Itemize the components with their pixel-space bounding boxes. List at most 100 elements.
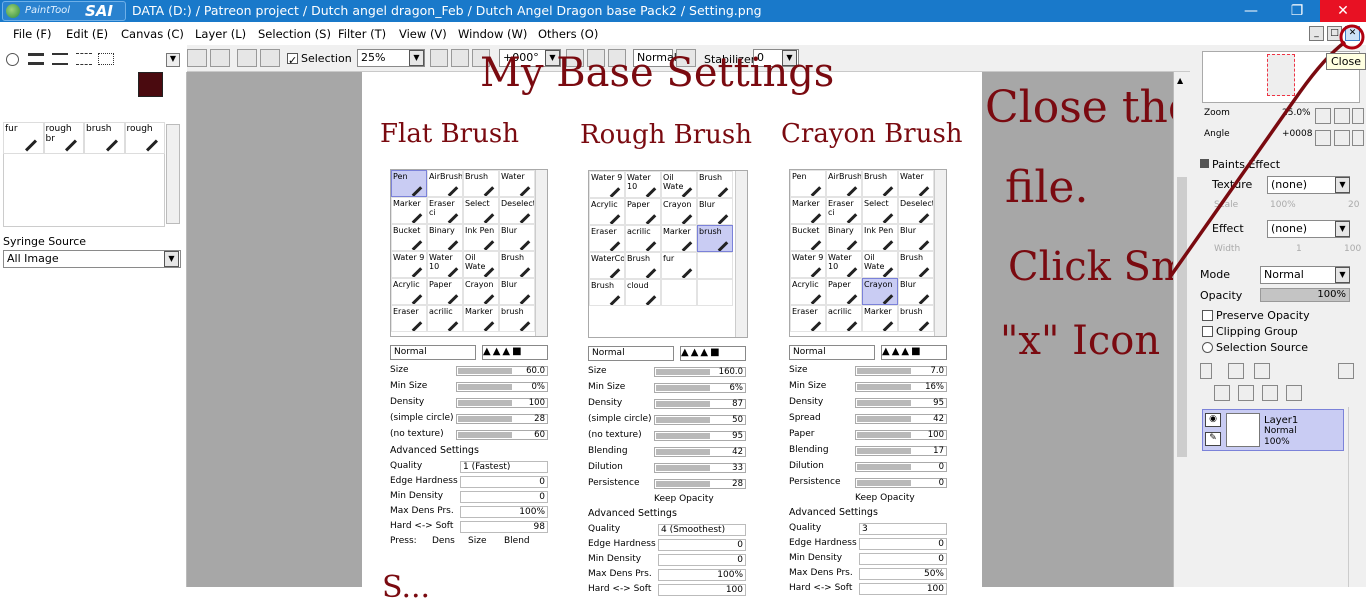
brush-cell[interactable]: Blur <box>898 278 934 305</box>
chevron-down-icon[interactable]: ▼ <box>409 50 424 66</box>
brush-mode-select[interactable]: Normal <box>390 345 476 360</box>
brush-cell[interactable]: acrilic <box>625 225 661 252</box>
layer-item[interactable]: ◉ ✎ Layer1 Normal 100% <box>1202 409 1344 451</box>
setting-slider[interactable]: 42 <box>654 447 746 457</box>
advanced-settings-header[interactable]: Advanced Settings <box>789 507 878 518</box>
advanced-value[interactable]: 100% <box>460 506 548 518</box>
list-view-icon[interactable] <box>52 53 68 65</box>
brush-shape-icons[interactable]: ▲▲▲■ <box>482 345 548 360</box>
selection-checkbox[interactable]: ✓ <box>287 53 298 67</box>
undo-icon[interactable] <box>187 49 207 67</box>
grid-view-icon[interactable] <box>98 53 114 65</box>
brush-cell[interactable]: Select <box>862 197 898 224</box>
brush-cell[interactable]: Acrylic <box>589 198 625 225</box>
brush-cell[interactable]: Bucket <box>790 224 826 251</box>
brush-cell[interactable]: Acrylic <box>790 278 826 305</box>
setting-slider[interactable]: 100 <box>456 398 548 408</box>
advanced-value[interactable]: 0 <box>658 554 746 566</box>
brush-cell[interactable]: Water 9 <box>589 171 625 198</box>
advanced-value[interactable]: 0 <box>658 539 746 551</box>
new-folder-icon[interactable] <box>1254 363 1270 379</box>
brush-cell[interactable]: WaterCo <box>589 252 625 279</box>
setting-slider[interactable]: 16% <box>855 382 947 392</box>
menu-others[interactable]: Others (O) <box>538 27 598 41</box>
tool-scrollbar[interactable] <box>166 124 180 224</box>
advanced-value[interactable]: 50% <box>859 568 947 580</box>
press-option[interactable]: Blend <box>504 536 530 546</box>
brush-cell[interactable]: Brush <box>862 170 898 197</box>
setting-slider[interactable]: 95 <box>654 431 746 441</box>
brush-grid-scrollbar[interactable] <box>535 170 547 336</box>
setting-slider[interactable]: 0% <box>456 382 548 392</box>
list-view-icon[interactable] <box>76 53 92 65</box>
zoom-out-icon[interactable] <box>430 49 448 67</box>
brush-cell[interactable]: Oil Wate <box>463 251 499 278</box>
advanced-value[interactable]: 1 (Fastest) <box>460 461 548 473</box>
menu-window[interactable]: Window (W) <box>458 27 527 41</box>
brush-cell[interactable]: Oil Wate <box>661 171 697 198</box>
close-window-button[interactable]: ✕ <box>1320 0 1366 22</box>
brush-cell[interactable]: Brush <box>589 279 625 306</box>
advanced-value[interactable]: 100 <box>658 584 746 596</box>
brush-cell[interactable]: Paper <box>427 278 463 305</box>
trash-icon[interactable] <box>1286 385 1302 401</box>
tool-slot-fur[interactable]: fur <box>3 122 44 154</box>
brush-grid-scrollbar[interactable] <box>735 171 747 337</box>
advanced-value[interactable]: 100% <box>658 569 746 581</box>
menu-canvas[interactable]: Canvas (C) <box>121 27 184 41</box>
selection-source[interactable]: Selection Source <box>1202 341 1308 354</box>
setting-slider[interactable]: 6% <box>654 383 746 393</box>
brush-cell[interactable]: Marker <box>862 305 898 332</box>
brush-grid-scrollbar[interactable] <box>934 170 946 336</box>
zoom-in-icon[interactable] <box>451 49 469 67</box>
primary-color-swatch[interactable] <box>138 72 163 97</box>
brush-cell[interactable]: Water 9 <box>790 251 826 278</box>
brush-shape-icons[interactable]: ▲▲▲■ <box>881 345 947 360</box>
advanced-settings-header[interactable]: Advanced Settings <box>588 508 677 519</box>
brush-cell[interactable]: Water 10 <box>826 251 862 278</box>
brush-cell[interactable]: Eraser ci <box>826 197 862 224</box>
setting-slider[interactable]: 60.0 <box>456 366 548 376</box>
brush-size-icon[interactable] <box>6 53 19 66</box>
brush-cell[interactable]: Water 10 <box>427 251 463 278</box>
advanced-settings-header[interactable]: Advanced Settings <box>390 445 479 456</box>
invert-selection-icon[interactable] <box>260 49 280 67</box>
brush-cell[interactable]: Brush <box>697 171 733 198</box>
brush-cell[interactable]: Brush <box>625 252 661 279</box>
brush-cell[interactable] <box>697 279 733 306</box>
tool-slot-rough[interactable]: rough <box>124 122 165 154</box>
menu-edit[interactable]: Edit (E) <box>66 27 108 41</box>
preserve-opacity[interactable]: Preserve Opacity <box>1202 309 1310 322</box>
keep-opacity-checkbox[interactable]: Keep Opacity <box>855 493 915 503</box>
brush-cell[interactable]: Binary <box>427 224 463 251</box>
deselect-icon[interactable] <box>237 49 257 67</box>
brush-cell[interactable]: Brush <box>898 251 934 278</box>
chevron-down-icon[interactable]: ▼ <box>166 53 180 67</box>
brush-cell[interactable]: Marker <box>790 197 826 224</box>
setting-slider[interactable]: 160.0 <box>654 367 746 377</box>
advanced-value[interactable]: 0 <box>460 476 548 488</box>
advanced-value[interactable]: 3 <box>859 523 947 535</box>
eye-icon[interactable]: ◉ <box>1205 413 1221 427</box>
brush-shape-icons[interactable]: ▲▲▲■ <box>680 346 746 361</box>
brush-cell[interactable]: Binary <box>826 224 862 251</box>
brush-cell[interactable]: Deselect <box>499 197 535 224</box>
brush-cell[interactable]: brush <box>499 305 535 332</box>
brush-cell[interactable]: Brush <box>463 170 499 197</box>
setting-slider[interactable]: 87 <box>654 399 746 409</box>
brush-cell[interactable]: Blur <box>898 224 934 251</box>
brush-cell[interactable]: Water 9 <box>391 251 427 278</box>
setting-slider[interactable]: 95 <box>855 398 947 408</box>
brush-cell[interactable]: brush <box>898 305 934 332</box>
brush-cell[interactable]: Brush <box>499 251 535 278</box>
menu-view[interactable]: View (V) <box>399 27 447 41</box>
brush-cell[interactable]: Deselect <box>898 197 934 224</box>
brush-cell[interactable]: Bucket <box>391 224 427 251</box>
new-layer-icon[interactable] <box>1200 363 1212 379</box>
advanced-value[interactable]: 0 <box>859 538 947 550</box>
setting-slider[interactable]: 17 <box>855 446 947 456</box>
brush-cell[interactable]: Crayon <box>463 278 499 305</box>
redo-icon[interactable] <box>210 49 230 67</box>
clipping-group[interactable]: Clipping Group <box>1202 325 1298 338</box>
press-option[interactable]: Size <box>468 536 486 546</box>
